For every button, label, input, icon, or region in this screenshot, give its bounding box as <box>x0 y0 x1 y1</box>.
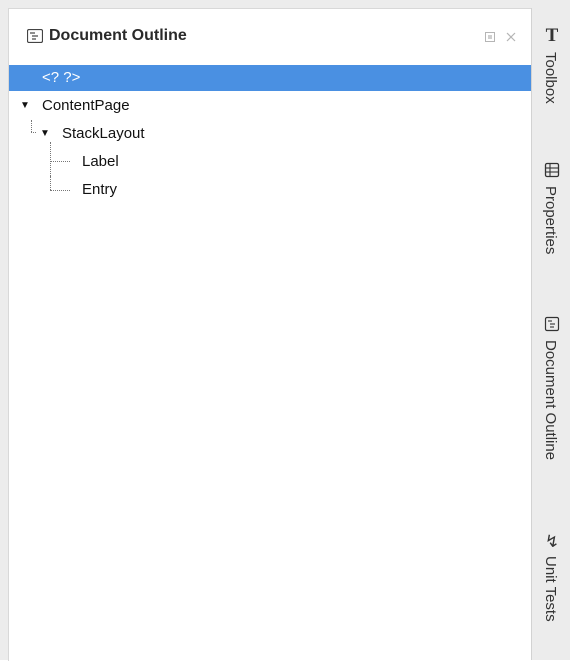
right-sidebar: T Toolbox Properties Document Outline ↯ … <box>531 8 570 660</box>
tab-label: Unit Tests <box>542 556 559 622</box>
document-outline-panel: Document Outline <? ?> ▼ ContentPage ▼ S… <box>8 8 531 661</box>
document-outline-icon <box>544 316 560 332</box>
tab-toolbox[interactable]: T Toolbox <box>532 24 570 136</box>
tab-document-outline[interactable]: Document Outline <box>532 312 570 504</box>
close-icon[interactable] <box>505 31 517 43</box>
tab-unit-tests[interactable]: ↯ Unit Tests <box>532 530 570 656</box>
unit-tests-icon: ↯ <box>544 532 560 551</box>
expand-arrow-icon[interactable]: ▼ <box>40 120 50 148</box>
tree-connector <box>50 161 70 162</box>
tree-item-label: Label <box>82 153 119 170</box>
tree-connector <box>50 190 70 191</box>
panel-header: Document Outline <box>9 9 531 61</box>
tree-item-label-control[interactable]: Label <box>9 142 531 176</box>
panel-title: Document Outline <box>49 27 187 44</box>
dock-icon[interactable] <box>484 31 496 43</box>
tree-item-label: ContentPage <box>42 97 130 114</box>
tree-item-label: StackLayout <box>62 125 145 142</box>
tab-properties[interactable]: Properties <box>532 160 570 290</box>
tree-connector <box>50 142 51 176</box>
toolbox-icon: T <box>545 25 559 46</box>
tab-label: Toolbox <box>542 52 559 104</box>
tab-label: Document Outline <box>542 340 559 461</box>
ide-window: Document Outline <? ?> ▼ ContentPage ▼ S… <box>0 0 570 661</box>
tree-connector <box>31 132 36 133</box>
tree-item-contentpage[interactable]: ▼ ContentPage <box>9 92 531 120</box>
tree-item-xml-declaration[interactable]: <? ?> <box>9 65 531 91</box>
tab-label: Properties <box>542 186 559 255</box>
tree-item-label: <? ?> <box>42 69 81 86</box>
tree-connector <box>50 176 51 190</box>
tree-item-stacklayout[interactable]: ▼ StackLayout <box>9 120 531 148</box>
tree-item-entry[interactable]: Entry <box>9 176 531 204</box>
expand-arrow-icon[interactable]: ▼ <box>20 92 30 120</box>
document-outline-icon <box>27 29 43 43</box>
tree-item-label: Entry <box>82 181 118 198</box>
properties-icon <box>544 162 560 178</box>
tree-connector <box>31 120 32 132</box>
